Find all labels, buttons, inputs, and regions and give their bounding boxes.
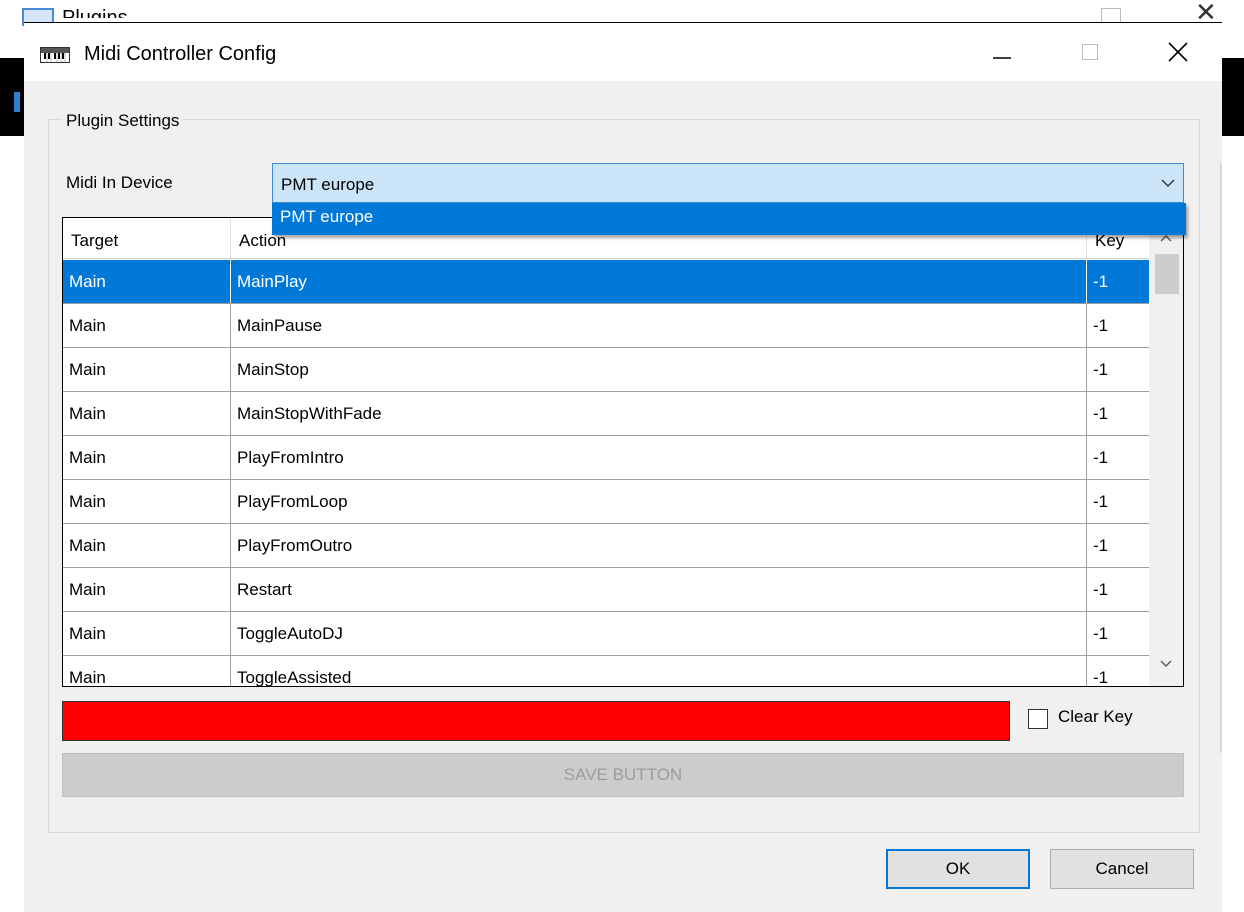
minimize-icon [993,57,1011,59]
cell-target[interactable]: Main [63,436,231,479]
cell-key[interactable]: -1 [1087,392,1149,435]
background-close-icon[interactable]: ✕ [1195,2,1217,20]
cell-key[interactable]: -1 [1087,656,1149,686]
midi-mapping-grid: Target Action Key Main MainPlay -1 Main Main… [62,217,1184,687]
table-row[interactable]: Main PlayFromIntro -1 [63,436,1149,480]
maximize-button[interactable] [1050,23,1130,81]
cell-action[interactable]: MainPause [231,304,1087,347]
table-row[interactable]: Main ToggleAutoDJ -1 [63,612,1149,656]
cell-key[interactable]: -1 [1087,612,1149,655]
cell-key[interactable]: -1 [1087,304,1149,347]
clear-key-label[interactable]: Clear Key [1058,707,1133,727]
close-icon [1168,42,1188,62]
background-window-accent [14,92,20,112]
table-row[interactable]: Main MainPlay -1 [63,260,1149,304]
chevron-up-icon [1160,235,1172,242]
background-window-titlebar: Plugins ✕ [0,0,1244,26]
chevron-down-icon [1160,660,1172,667]
dialog-title: Midi Controller Config [84,43,277,65]
midi-in-device-dropdown-list: PMT europe [272,203,1186,235]
dropdown-option[interactable]: PMT europe [280,207,373,227]
key-capture-indicator [62,701,1010,741]
cell-action[interactable]: ToggleAutoDJ [231,612,1087,655]
background-window-edge-left [0,58,24,136]
cell-target[interactable]: Main [63,260,231,303]
plugin-settings-label: Plugin Settings [62,111,184,131]
cell-key[interactable]: -1 [1087,524,1149,567]
table-row[interactable]: Main MainPause -1 [63,304,1149,348]
background-window-edge-right [1222,58,1244,136]
background-window-title: Plugins [62,7,128,18]
table-row[interactable]: Main Restart -1 [63,568,1149,612]
ok-button[interactable]: OK [886,849,1030,889]
midi-keyboard-icon [40,47,70,63]
column-header-target[interactable]: Target [63,218,231,258]
dialog-titlebar[interactable]: Midi Controller Config [24,23,1222,81]
midi-in-device-combobox[interactable]: PMT europe [272,163,1184,203]
grid-vertical-scrollbar[interactable] [1149,218,1183,686]
chevron-down-icon [1161,179,1175,187]
scroll-down-button[interactable] [1149,650,1183,678]
maximize-icon [1082,44,1098,60]
cell-key[interactable]: -1 [1087,260,1149,303]
cell-action[interactable]: MainStopWithFade [231,392,1087,435]
close-button[interactable] [1138,23,1218,81]
cell-target[interactable]: Main [63,392,231,435]
cell-key[interactable]: -1 [1087,480,1149,523]
cell-target[interactable]: Main [63,656,231,686]
cell-target[interactable]: Main [63,524,231,567]
save-button[interactable]: SAVE BUTTON [62,753,1184,797]
cell-target[interactable]: Main [63,480,231,523]
combobox-selected-value: PMT europe [281,175,375,194]
cell-key[interactable]: -1 [1087,348,1149,391]
background-maximize-icon[interactable] [1101,8,1121,23]
cell-target[interactable]: Main [63,348,231,391]
cell-key[interactable]: -1 [1087,568,1149,611]
table-row[interactable]: Main PlayFromLoop -1 [63,480,1149,524]
table-row[interactable]: Main MainStopWithFade -1 [63,392,1149,436]
midi-in-device-label: Midi In Device [66,173,173,192]
midi-controller-config-dialog: Midi Controller Config Plugin Settings M… [24,22,1222,912]
cell-action[interactable]: MainPlay [231,260,1087,303]
cell-action[interactable]: MainStop [231,348,1087,391]
clear-key-checkbox[interactable] [1028,709,1048,729]
table-row[interactable]: Main ToggleAssisted -1 [63,656,1149,686]
cancel-button[interactable]: Cancel [1050,849,1194,889]
cell-target[interactable]: Main [63,568,231,611]
cell-action[interactable]: ToggleAssisted [231,656,1087,686]
cell-target[interactable]: Main [63,304,231,347]
scroll-thumb[interactable] [1155,254,1179,294]
table-row[interactable]: Main MainStop -1 [63,348,1149,392]
table-row[interactable]: Main PlayFromOutro -1 [63,524,1149,568]
cell-action[interactable]: Restart [231,568,1087,611]
cell-action[interactable]: PlayFromOutro [231,524,1087,567]
groupbox-right-edge [1220,163,1222,753]
cell-action[interactable]: PlayFromIntro [231,436,1087,479]
cell-key[interactable]: -1 [1087,436,1149,479]
cell-target[interactable]: Main [63,612,231,655]
cell-action[interactable]: PlayFromLoop [231,480,1087,523]
minimize-button[interactable] [962,23,1042,81]
